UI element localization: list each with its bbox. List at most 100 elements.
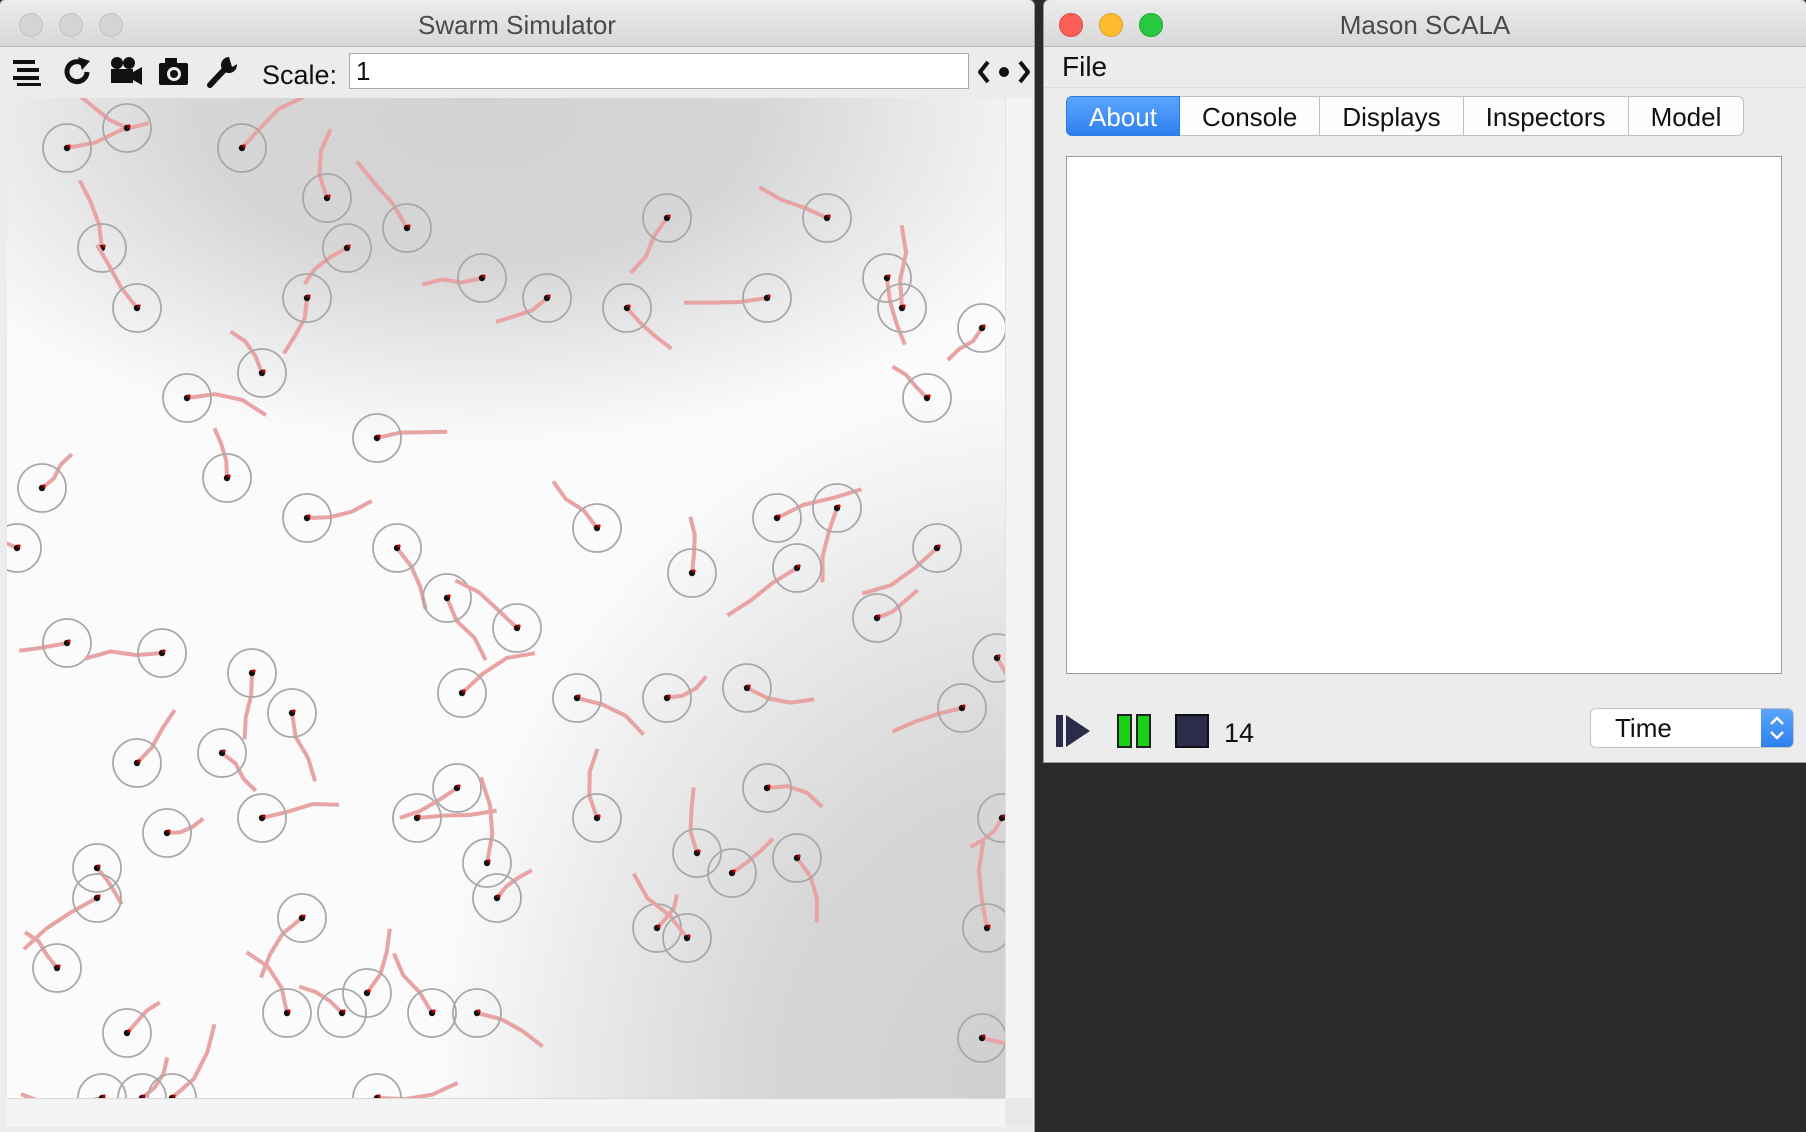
agent-heading xyxy=(767,784,771,788)
menu-file[interactable]: File xyxy=(1062,51,1107,83)
agent-trail xyxy=(587,748,600,819)
agent-trail xyxy=(186,392,267,417)
agent-heading xyxy=(767,294,771,298)
swarm-agent xyxy=(142,808,205,858)
tab-displays[interactable]: Displays xyxy=(1320,96,1464,136)
agent-trail xyxy=(981,1036,1005,1046)
swarm-agent xyxy=(267,688,318,782)
swarm-agent xyxy=(217,98,304,173)
agent-heading xyxy=(67,144,71,148)
swarm-agent xyxy=(969,793,1005,849)
agent-trail xyxy=(891,706,963,734)
camera-icon[interactable] xyxy=(157,55,191,89)
tab-inspectors[interactable]: Inspectors xyxy=(1463,96,1629,136)
agent-trail xyxy=(317,128,333,199)
agent-trail xyxy=(495,296,549,324)
agent-heading xyxy=(127,124,131,128)
agent-trail xyxy=(212,427,229,479)
agent-sensor-ring xyxy=(7,523,42,573)
swarm-agent xyxy=(7,523,42,573)
agent-trail xyxy=(726,566,799,618)
agent-heading xyxy=(42,484,46,488)
agent-trail xyxy=(445,597,488,661)
refresh-icon[interactable] xyxy=(60,55,94,89)
swarm-agent xyxy=(672,787,722,878)
vertical-scrollbar[interactable] xyxy=(1005,98,1032,1098)
agent-trail xyxy=(460,651,536,695)
agent-heading xyxy=(982,324,986,328)
swarm-agent xyxy=(352,1073,459,1098)
tab-about[interactable]: About xyxy=(1066,96,1180,136)
tab-model[interactable]: Model xyxy=(1628,96,1745,136)
swarm-agent xyxy=(147,1023,217,1098)
swarm-agent xyxy=(95,243,162,333)
wrench-icon[interactable] xyxy=(205,55,239,89)
agent-trail xyxy=(730,837,775,875)
swarm-simulator-window: Swarm Simulator Scale: 1 xyxy=(0,0,1034,1132)
title-bar[interactable]: Mason SCALA xyxy=(1044,0,1806,47)
agent-trail xyxy=(631,872,689,940)
agent-heading xyxy=(827,214,831,218)
swarm-agent xyxy=(17,452,74,513)
agent-heading xyxy=(937,544,941,548)
agent-trail xyxy=(395,546,428,610)
agent-heading xyxy=(667,214,671,218)
swarm-agent xyxy=(891,683,987,734)
agent-heading xyxy=(127,1029,131,1033)
title-bar[interactable]: Swarm Simulator xyxy=(0,0,1034,47)
swarm-agent xyxy=(726,543,822,618)
swarm-agent xyxy=(84,628,187,678)
swarm-agent xyxy=(245,950,312,1038)
agent-heading xyxy=(97,894,101,898)
agent-heading xyxy=(327,194,331,198)
horizontal-scrollbar[interactable] xyxy=(7,1098,1005,1127)
agent-heading xyxy=(57,964,61,968)
pause-icon[interactable] xyxy=(1116,712,1154,750)
swarm-agent xyxy=(629,193,692,275)
agent-heading xyxy=(627,304,631,308)
swarm-agent xyxy=(112,708,177,788)
console-tabs: About Console Displays Inspectors Model xyxy=(1066,96,1745,138)
agent-trail xyxy=(976,840,989,929)
swarm-agent xyxy=(495,273,572,324)
movie-camera-icon[interactable] xyxy=(108,55,142,89)
agent-heading xyxy=(67,639,71,643)
agent-heading xyxy=(877,614,881,618)
agent-heading xyxy=(407,224,411,228)
agent-trail xyxy=(898,224,909,309)
agent-heading xyxy=(102,244,106,248)
swarm-agent xyxy=(392,952,457,1038)
agent-heading xyxy=(292,709,296,713)
arrows-left-right-icon[interactable] xyxy=(977,55,1031,89)
play-icon[interactable] xyxy=(1054,712,1092,750)
agent-trail xyxy=(40,452,74,490)
agent-trail xyxy=(229,329,264,374)
agent-trail xyxy=(261,802,340,820)
swarm-agent xyxy=(229,329,287,398)
swarm-agent xyxy=(452,988,544,1048)
time-select-value: Time xyxy=(1615,713,1672,743)
swarm-agent xyxy=(684,273,792,323)
agent-heading xyxy=(657,924,661,928)
stop-icon[interactable] xyxy=(1174,712,1212,750)
swarm-agent xyxy=(342,928,392,1018)
swarm-agent xyxy=(237,793,340,843)
swarm-agent xyxy=(355,159,432,253)
agent-heading xyxy=(457,784,461,788)
swarm-agent xyxy=(102,1000,161,1058)
swarm-agent xyxy=(957,1013,1005,1063)
agent-heading xyxy=(837,504,841,508)
scale-input[interactable]: 1 xyxy=(349,53,969,89)
agent-trail xyxy=(166,817,205,835)
layers-icon[interactable] xyxy=(10,55,44,89)
tab-console[interactable]: Console xyxy=(1179,96,1321,136)
swarm-display-canvas[interactable] xyxy=(7,98,1005,1098)
agent-trail xyxy=(795,856,820,923)
agent-trail xyxy=(355,159,409,230)
agent-heading xyxy=(377,434,381,438)
swarm-agent xyxy=(298,984,367,1038)
time-select[interactable]: Time xyxy=(1590,708,1794,748)
about-panel xyxy=(1066,156,1782,674)
agent-heading xyxy=(887,274,891,278)
agent-heading xyxy=(962,704,966,708)
